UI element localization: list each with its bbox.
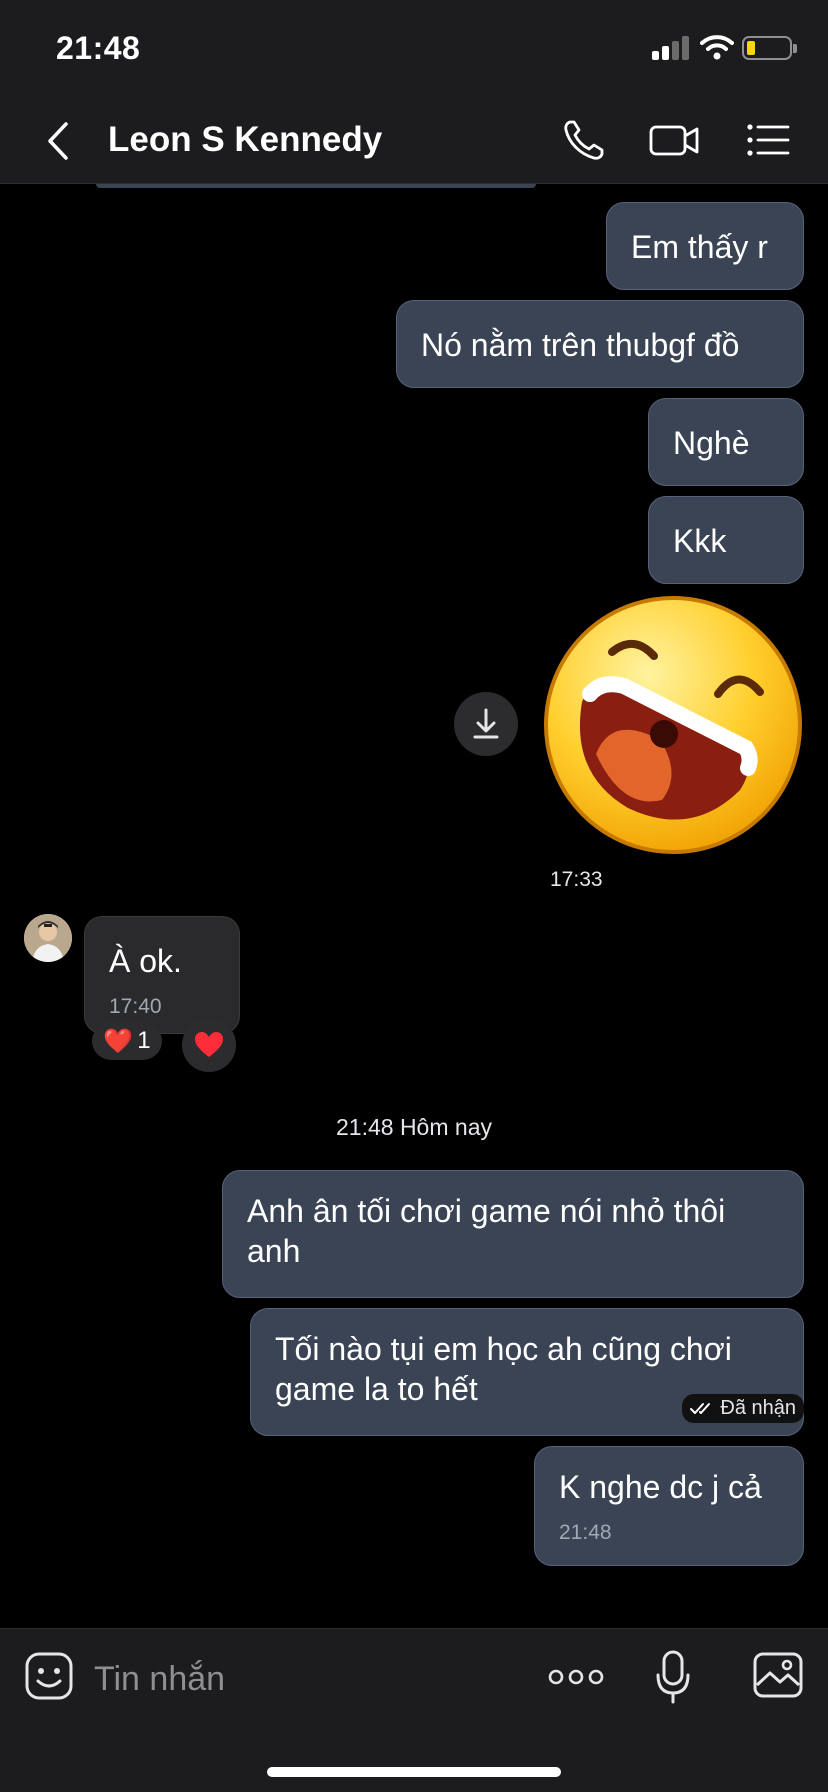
message-bubble-outgoing[interactable]: Nghè — [648, 398, 804, 486]
message-bubble-outgoing[interactable]: Nó nằm trên thubgf đồ — [396, 300, 804, 388]
phone-icon[interactable] — [560, 116, 608, 164]
date-divider: 21:48 Hôm nay — [336, 1114, 492, 1140]
message-text: À ok. — [109, 943, 182, 979]
message-text: Kkk — [673, 523, 727, 559]
heart-icon: ❤️ — [103, 1027, 134, 1055]
message-bubble-outgoing[interactable]: Anh ân tối chơi game nói nhỏ thôi anh — [222, 1170, 804, 1298]
message-composer: Tin nhắn — [0, 1628, 828, 1792]
message-time: 21:48 — [559, 1521, 612, 1544]
wifi-icon — [700, 35, 734, 60]
message-text: Anh ân tối chơi game nói nhỏ thôi anh — [247, 1193, 726, 1269]
reaction-count: 1 — [137, 1027, 151, 1054]
person-avatar-icon — [24, 914, 72, 962]
message-text: Nó nằm trên thubgf đồ — [421, 327, 740, 363]
microphone-icon[interactable] — [654, 1649, 692, 1705]
cellular-signal-icon — [652, 36, 690, 60]
message-bubble-incoming[interactable]: À ok. 17:40 — [84, 916, 240, 1034]
home-indicator[interactable] — [267, 1767, 561, 1777]
avatar[interactable] — [24, 914, 72, 962]
sticker-icon[interactable] — [24, 1651, 74, 1701]
more-icon[interactable] — [548, 1665, 604, 1689]
chat-header: Leon S Kennedy — [0, 96, 828, 184]
react-button[interactable] — [182, 1018, 236, 1072]
message-text: Nghè — [673, 425, 750, 461]
video-camera-icon[interactable] — [648, 116, 700, 164]
delivery-receipt: Đã nhận — [682, 1394, 804, 1423]
message-bubble-outgoing[interactable]: Kkk — [648, 496, 804, 584]
status-bar: 21:48 — [0, 0, 828, 96]
message-time: 17:33 — [542, 866, 611, 894]
list-icon[interactable] — [744, 116, 792, 164]
message-text: K nghe dc j cả — [559, 1469, 762, 1505]
laughing-face-sticker[interactable] — [542, 594, 804, 856]
contact-name[interactable]: Leon S Kennedy — [108, 120, 382, 160]
partial-message-bubble — [96, 184, 536, 188]
message-bubble-outgoing[interactable]: Em thấy r — [606, 202, 804, 290]
heart-icon — [195, 1032, 223, 1057]
image-icon[interactable] — [752, 1651, 804, 1699]
chevron-left-icon[interactable] — [40, 120, 76, 162]
download-icon — [473, 708, 499, 739]
message-input[interactable]: Tin nhắn — [94, 1649, 514, 1709]
battery-icon — [742, 36, 797, 60]
receipt-text: Đã nhận — [720, 1397, 796, 1419]
double-check-icon — [690, 1402, 711, 1414]
message-bubble-outgoing[interactable]: K nghe dc j cả 21:48 — [534, 1446, 804, 1566]
download-button[interactable] — [454, 692, 518, 756]
status-time: 21:48 — [56, 30, 141, 66]
reaction-summary[interactable]: ❤️ 1 — [92, 1022, 162, 1060]
message-text: Em thấy r — [631, 229, 768, 265]
